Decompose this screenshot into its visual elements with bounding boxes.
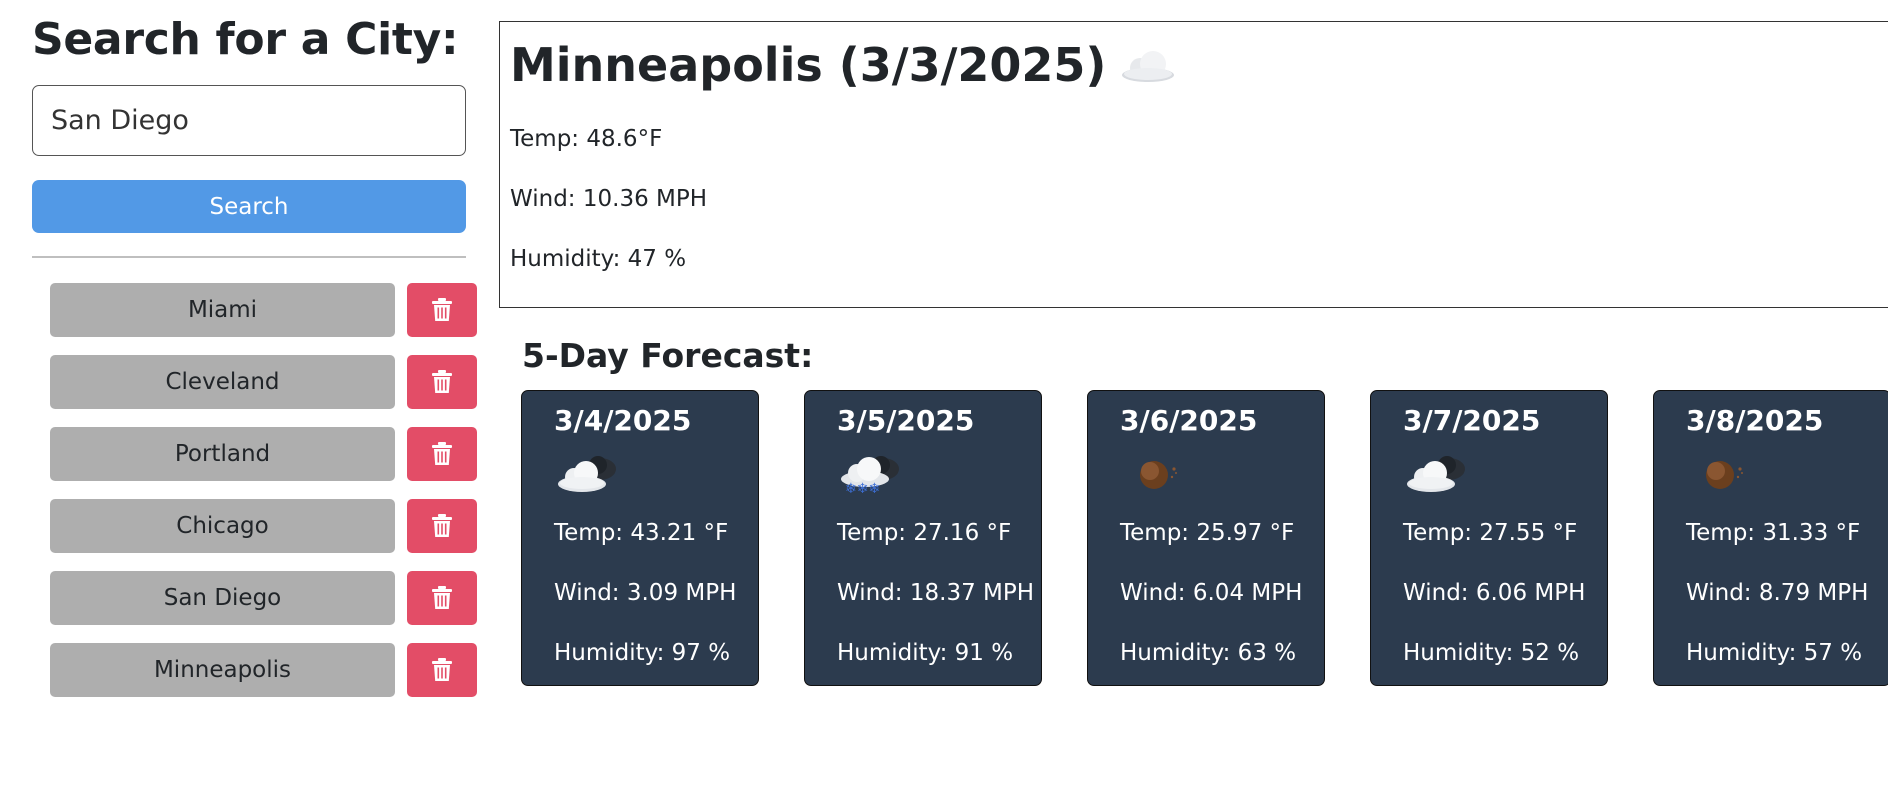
forecast-wind: Wind: 3.09 MPH [554, 580, 737, 607]
forecast-humidity: Humidity: 57 % [1686, 640, 1863, 667]
history-item: Miami [50, 283, 477, 337]
svg-text:❄❄❄: ❄❄❄ [845, 481, 880, 497]
search-heading: Search for a City: [32, 14, 459, 65]
current-city-title: Minneapolis (3/3/2025) [510, 38, 1107, 92]
search-history-list: Miami Cleveland Portland Chicago San Die… [50, 283, 477, 715]
city-search-input[interactable] [32, 85, 466, 156]
delete-button[interactable] [407, 499, 477, 553]
forecast-humidity: Humidity: 52 % [1403, 640, 1580, 667]
forecast-date: 3/8/2025 [1686, 404, 1824, 437]
forecast-temp: Temp: 43.21 °F [554, 520, 729, 547]
delete-button[interactable] [407, 571, 477, 625]
history-item: San Diego [50, 571, 477, 625]
forecast-temp: Temp: 25.97 °F [1120, 520, 1295, 547]
forecast-card: 3/6/2025 Temp: 25.97 °F Wind: 6.04 MPH H… [1087, 390, 1325, 687]
trash-icon [432, 658, 452, 681]
forecast-date: 3/7/2025 [1403, 404, 1541, 437]
trash-icon [432, 442, 452, 465]
forecast-temp: Temp: 27.55 °F [1403, 520, 1578, 547]
delete-button[interactable] [407, 643, 477, 697]
forecast-date: 3/5/2025 [837, 404, 975, 437]
history-city-button[interactable]: Minneapolis [50, 643, 395, 697]
cloud-icon [1120, 47, 1176, 83]
snow-night-icon: ❄❄❄ [837, 439, 1041, 509]
trash-icon [432, 586, 452, 609]
forecast-temp: Temp: 31.33 °F [1686, 520, 1861, 547]
delete-button[interactable] [407, 427, 477, 481]
current-wind: Wind: 10.36 MPH [510, 186, 708, 212]
forecast-wind: Wind: 8.79 MPH [1686, 580, 1869, 607]
clear-night-icon [1686, 439, 1888, 509]
forecast-wind: Wind: 6.06 MPH [1403, 580, 1586, 607]
forecast-humidity: Humidity: 91 % [837, 640, 1014, 667]
current-weather-heading: Minneapolis (3/3/2025) [510, 38, 1176, 92]
forecast-date: 3/6/2025 [1120, 404, 1258, 437]
forecast-wind: Wind: 18.37 MPH [837, 580, 1035, 607]
current-weather-panel: Minneapolis (3/3/2025) Temp: 48.6°F Wind… [499, 21, 1888, 308]
history-city-button[interactable]: Miami [50, 283, 395, 337]
trash-icon [432, 514, 452, 537]
history-item: Cleveland [50, 355, 477, 409]
history-city-button[interactable]: Cleveland [50, 355, 395, 409]
forecast-humidity: Humidity: 63 % [1120, 640, 1297, 667]
history-city-button[interactable]: Chicago [50, 499, 395, 553]
forecast-humidity: Humidity: 97 % [554, 640, 731, 667]
forecast-wind: Wind: 6.04 MPH [1120, 580, 1303, 607]
trash-icon [432, 298, 452, 321]
delete-button[interactable] [407, 283, 477, 337]
forecast-card: 3/7/2025 Temp: 27.55 °F Wind: 6.06 MPH H… [1370, 390, 1608, 687]
history-item: Chicago [50, 499, 477, 553]
search-button[interactable]: Search [32, 180, 466, 233]
broken-clouds-night-icon [554, 439, 758, 509]
history-city-button[interactable]: Portland [50, 427, 395, 481]
broken-clouds-night-icon [1403, 439, 1607, 509]
forecast-card: 3/4/2025 Temp: 43.21 °F Wind: 3.09 MPH H… [521, 390, 759, 687]
forecast-card: 3/8/2025 Temp: 31.33 °F Wind: 8.79 MPH H… [1653, 390, 1888, 687]
current-temp: Temp: 48.6°F [510, 126, 663, 152]
trash-icon [432, 370, 452, 393]
forecast-title: 5-Day Forecast: [522, 336, 814, 375]
divider [32, 256, 466, 258]
current-humidity: Humidity: 47 % [510, 246, 687, 272]
history-item: Minneapolis [50, 643, 477, 697]
history-city-button[interactable]: San Diego [50, 571, 395, 625]
forecast-card: 3/5/2025 ❄❄❄ Temp: 27.16 °F Wind: 18.37 … [804, 390, 1042, 687]
history-item: Portland [50, 427, 477, 481]
forecast-temp: Temp: 27.16 °F [837, 520, 1012, 547]
forecast-date: 3/4/2025 [554, 404, 692, 437]
clear-night-icon [1120, 439, 1324, 509]
delete-button[interactable] [407, 355, 477, 409]
forecast-list: 3/4/2025 Temp: 43.21 °F Wind: 3.09 MPH H… [521, 390, 1888, 687]
